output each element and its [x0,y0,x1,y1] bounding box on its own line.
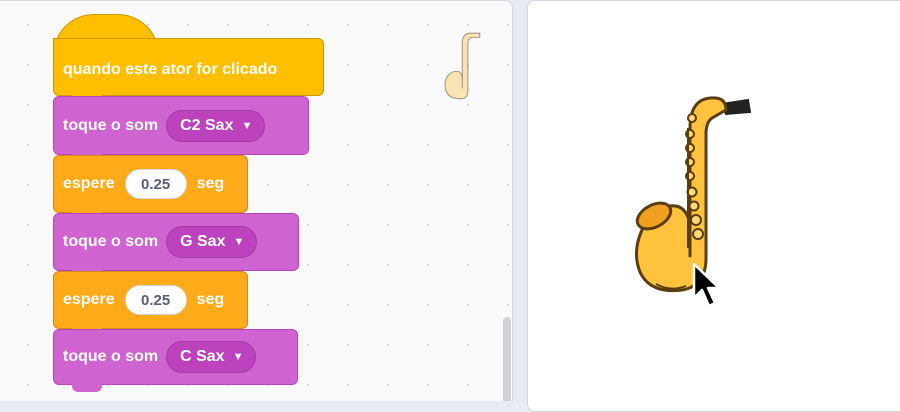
hat-block-label: quando este ator for clicado [63,61,278,78]
sound-dropdown-value: C Sax [180,348,225,365]
sound-dropdown-value: C2 Sax [180,116,234,134]
wait-block-1[interactable]: espere 0.25 seg [53,155,248,220]
sprite-thumbnail-saxophone-icon [444,32,481,100]
triangle-down-icon: ▼ [232,351,244,363]
vertical-scrollbar[interactable] [503,317,511,401]
play-sound-block-2[interactable]: toque o som G Sax ▼ [53,213,299,278]
wait-seconds-input-2[interactable]: 0.25 [124,285,187,315]
mouse-pointer-icon [692,262,721,308]
wait-block-2[interactable]: espere 0.25 seg [53,271,248,336]
play-sound-label: toque o som [63,348,159,365]
wait-seconds-input-1[interactable]: 0.25 [124,169,187,199]
wait-label: espere [63,175,115,192]
play-sound-block-1[interactable]: toque o som C2 Sax ▼ [53,96,309,162]
wait-unit-label: seg [196,291,225,308]
play-sound-label: toque o som [63,233,159,250]
sound-dropdown-3[interactable]: C Sax ▼ [166,341,257,373]
play-sound-block-3[interactable]: toque o som C Sax ▼ [53,329,298,392]
code-area[interactable]: quando este ator for clicado toque o som… [0,0,513,401]
triangle-down-icon: ▼ [241,119,253,132]
wait-unit-label: seg [196,175,225,192]
when-sprite-clicked-block[interactable]: quando este ator for clicado [53,38,324,103]
triangle-down-icon: ▼ [233,236,245,248]
sound-dropdown-2[interactable]: G Sax ▼ [166,226,258,258]
block-notch [72,384,102,392]
wait-label: espere [63,291,115,308]
play-sound-label: toque o som [63,116,159,134]
sound-dropdown-value: G Sax [180,233,226,250]
sound-dropdown-1[interactable]: C2 Sax ▼ [166,109,266,142]
